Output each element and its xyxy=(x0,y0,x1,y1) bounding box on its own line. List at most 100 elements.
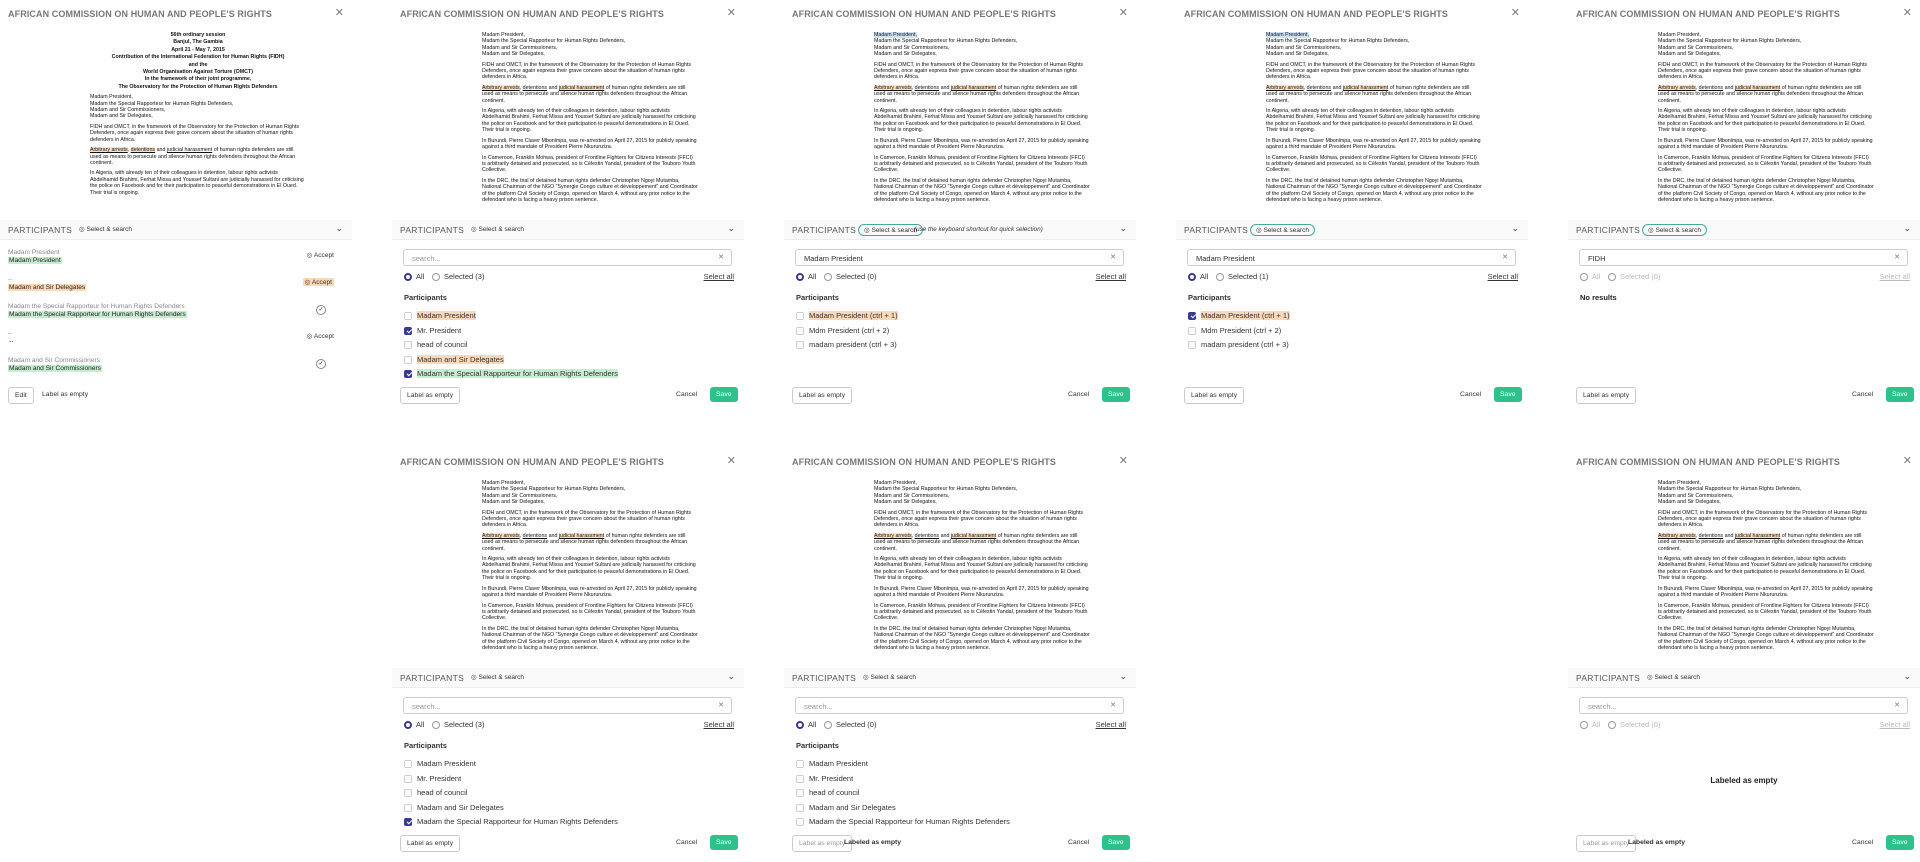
salutation-commissioners[interactable]: Madam and Sir Commissioners, xyxy=(874,493,949,499)
select-search-button[interactable]: ◎ Select & search xyxy=(1642,672,1705,682)
participant-option[interactable]: Mdm President (ctrl + 2) xyxy=(796,326,889,335)
cancel-button[interactable]: Cancel xyxy=(1846,835,1879,850)
salutation-president[interactable]: Madam President, xyxy=(1266,32,1309,38)
close-icon[interactable]: ✕ xyxy=(1903,454,1912,467)
participant-option[interactable]: head of council xyxy=(796,788,859,798)
salutation-delegates[interactable]: Madam and Sir Delegates, xyxy=(1658,499,1721,505)
clear-icon[interactable]: ✕ xyxy=(1502,253,1508,261)
salutation-commissioners[interactable]: Madam and Sir Commissioners, xyxy=(1658,493,1733,499)
checkbox[interactable] xyxy=(796,818,804,827)
participant-option[interactable]: Madam President (ctrl + 1) xyxy=(796,311,898,321)
tab-all[interactable]: All xyxy=(404,272,424,282)
checkbox[interactable] xyxy=(404,803,412,812)
salutation-delegates[interactable]: Madam and Sir Delegates, xyxy=(482,499,545,505)
participant-option[interactable]: Mr. President xyxy=(404,326,461,335)
participant-option[interactable]: Madam and Sir Delegates xyxy=(796,803,896,812)
participant-option[interactable]: Madam President xyxy=(404,311,476,321)
search-input[interactable]: search... ✕ xyxy=(795,697,1124,714)
participant-option[interactable]: Madam President xyxy=(404,759,476,769)
tab-selected[interactable]: Selected (3) xyxy=(432,720,484,730)
tab-selected[interactable]: Selected (3) xyxy=(432,272,484,282)
accept-button[interactable]: ◎ Accept xyxy=(302,278,334,286)
tab-selected[interactable]: Selected (1) xyxy=(1216,272,1268,282)
tab-all[interactable]: All xyxy=(796,272,816,282)
save-button[interactable]: Save xyxy=(1102,835,1130,850)
label-empty-button[interactable]: Label as empty xyxy=(1576,387,1637,404)
salutation-rapporteur[interactable]: Madam the Special Rapporteur for Human R… xyxy=(482,38,625,44)
participant-option[interactable]: Madam the Special Rapporteur for Human R… xyxy=(404,369,618,379)
salutation-rapporteur[interactable]: Madam the Special Rapporteur for Human R… xyxy=(482,486,625,492)
participant-option[interactable]: madam president (ctrl + 3) xyxy=(796,340,897,350)
cancel-button[interactable]: Cancel xyxy=(670,387,703,402)
label-empty-button[interactable]: Label as empty xyxy=(36,387,94,402)
salutation-delegates[interactable]: Madam and Sir Delegates, xyxy=(482,51,545,57)
participant-option[interactable]: Madam the Special Rapporteur for Human R… xyxy=(404,817,618,827)
accept-button[interactable]: ◎ Accept xyxy=(307,332,334,340)
participant-option[interactable]: Mdm President (ctrl + 2) xyxy=(1188,326,1281,335)
checkbox[interactable] xyxy=(796,312,804,321)
chevron-down-icon[interactable]: ⌄ xyxy=(1903,223,1911,234)
checkbox[interactable] xyxy=(404,312,412,321)
checkbox[interactable] xyxy=(1188,341,1196,350)
salutation-president[interactable]: Madam President, xyxy=(1658,32,1701,38)
close-icon[interactable]: ✕ xyxy=(727,6,736,19)
checkbox[interactable] xyxy=(404,789,412,798)
salutation-president[interactable]: Madam President, xyxy=(482,32,525,38)
tab-all[interactable]: All xyxy=(1580,720,1600,730)
checkbox[interactable] xyxy=(404,760,412,769)
salutation-president[interactable]: Madam President, xyxy=(482,480,525,486)
participant-option[interactable]: Mr. President xyxy=(404,774,461,783)
select-all-link[interactable]: Select all xyxy=(1096,720,1126,729)
clear-icon[interactable]: ✕ xyxy=(1110,701,1116,709)
checkbox[interactable] xyxy=(404,370,412,379)
chevron-down-icon[interactable]: ⌄ xyxy=(727,671,735,682)
chevron-down-icon[interactable]: ⌄ xyxy=(1119,671,1127,682)
tab-all[interactable]: All xyxy=(1580,272,1600,282)
tab-selected[interactable]: Selected (0) xyxy=(1608,720,1660,730)
chevron-down-icon[interactable]: ⌄ xyxy=(727,223,735,234)
participant-option[interactable]: Madam and Sir Delegates xyxy=(404,803,504,812)
close-icon[interactable]: ✕ xyxy=(727,454,736,467)
close-icon[interactable]: ✕ xyxy=(335,6,344,19)
participant-option[interactable]: Madam President xyxy=(796,759,868,769)
tab-all[interactable]: All xyxy=(1188,272,1208,282)
salutation-commissioners[interactable]: Madam and Sir Commissioners, xyxy=(1658,45,1733,51)
cancel-button[interactable]: Cancel xyxy=(1062,835,1095,850)
checkbox[interactable] xyxy=(1188,326,1196,335)
tab-all[interactable]: All xyxy=(796,720,816,730)
tab-selected[interactable]: Selected (0) xyxy=(1608,272,1660,282)
search-input[interactable]: search... ✕ xyxy=(403,697,732,714)
clear-icon[interactable]: ✕ xyxy=(718,701,724,709)
tab-selected[interactable]: Selected (0) xyxy=(824,272,876,282)
clear-icon[interactable]: ✕ xyxy=(1894,701,1900,709)
salutation-delegates[interactable]: Madam and Sir Delegates, xyxy=(874,51,937,57)
salutation-rapporteur[interactable]: Madam the Special Rapporteur for Human R… xyxy=(1266,38,1409,44)
label-empty-button[interactable]: Label as empty xyxy=(400,387,461,404)
salutation-commissioners[interactable]: Madam and Sir Commissioners, xyxy=(874,45,949,51)
chevron-down-icon[interactable]: ⌄ xyxy=(1119,223,1127,234)
participant-option[interactable]: head of council xyxy=(404,788,467,798)
salutation-rapporteur[interactable]: Madam the Special Rapporteur for Human R… xyxy=(1658,486,1801,492)
select-search-button[interactable]: ◎ Select & search xyxy=(74,224,137,234)
salutation-president[interactable]: Madam President, xyxy=(874,480,917,486)
select-search-button[interactable]: ◎ Select & search xyxy=(466,224,529,234)
participant-option[interactable]: Madam President (ctrl + 1) xyxy=(1188,311,1290,321)
checkbox[interactable] xyxy=(404,818,412,827)
close-icon[interactable]: ✕ xyxy=(1119,6,1128,19)
search-input[interactable]: search... ✕ xyxy=(1579,697,1908,714)
participant-option[interactable]: Madam the Special Rapporteur for Human R… xyxy=(796,817,1010,827)
chevron-down-icon[interactable]: ⌄ xyxy=(335,223,343,234)
salutation-president[interactable]: Madam President, xyxy=(1658,480,1701,486)
salutation-rapporteur[interactable]: Madam the Special Rapporteur for Human R… xyxy=(874,486,1017,492)
label-empty-button[interactable]: Label as empty xyxy=(792,387,853,404)
salutation-delegates[interactable]: Madam and Sir Delegates, xyxy=(874,499,937,505)
close-icon[interactable]: ✕ xyxy=(1119,454,1128,467)
search-input[interactable]: search... ✕ xyxy=(403,249,732,266)
cancel-button[interactable]: Cancel xyxy=(1062,387,1095,402)
participant-option[interactable]: head of council xyxy=(404,340,467,350)
checkbox[interactable] xyxy=(796,341,804,350)
chevron-down-icon[interactable]: ⌄ xyxy=(1903,671,1911,682)
cancel-button[interactable]: Cancel xyxy=(670,835,703,850)
check-icon[interactable]: ✓ xyxy=(316,305,326,315)
select-search-button[interactable]: ◎ Select & search xyxy=(858,672,921,682)
